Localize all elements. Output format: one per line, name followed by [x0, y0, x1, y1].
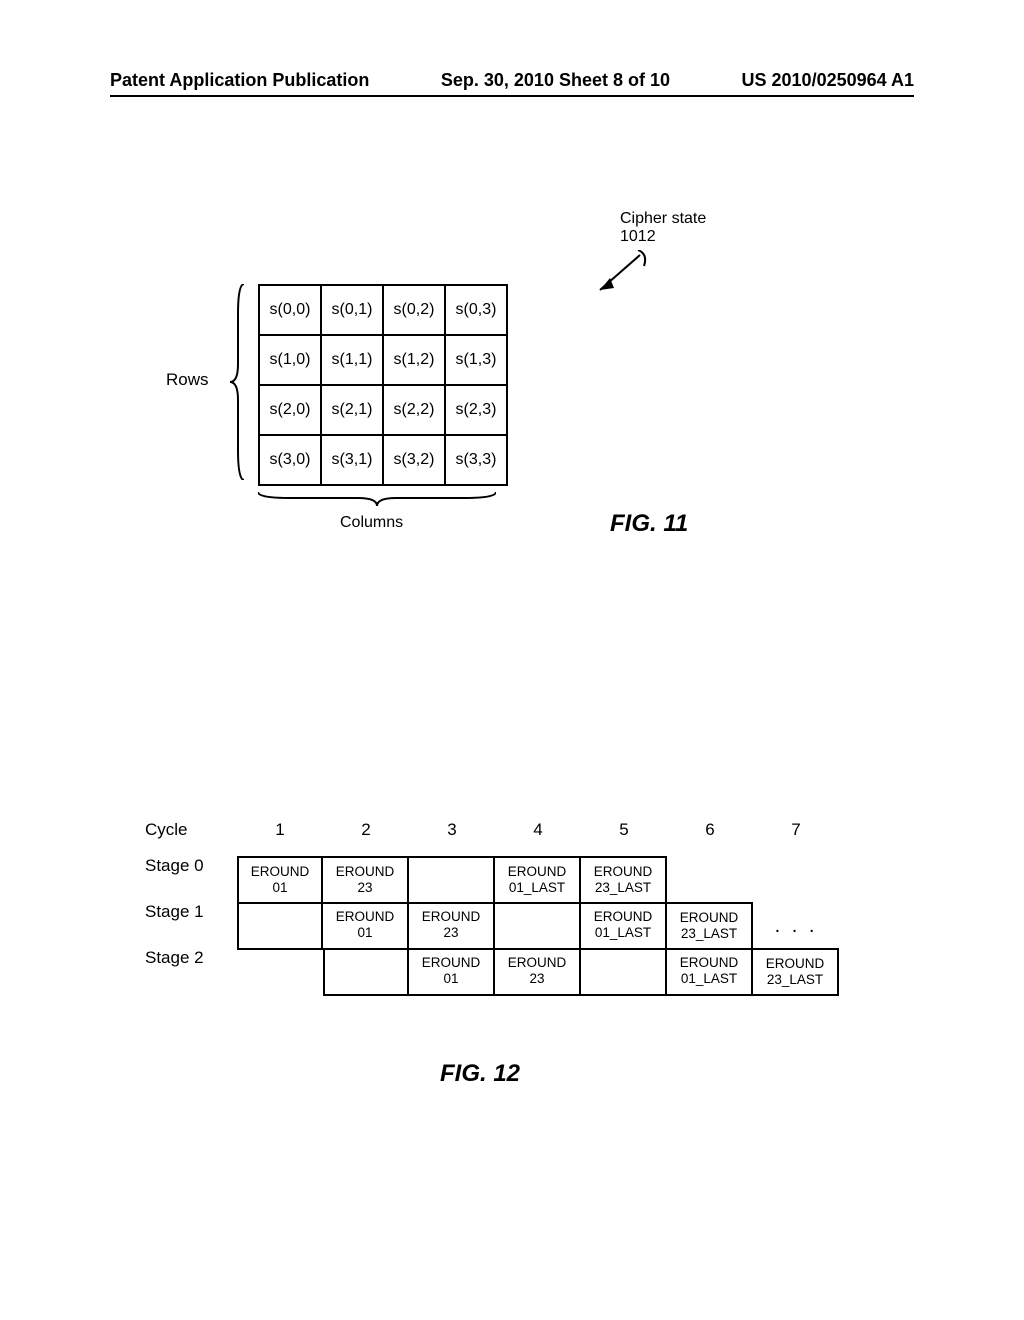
figure-11: Cipher state 1012 Rows s(0,0) s(0,1) s(0… — [170, 230, 870, 600]
stage-row-1: Stage 1 EROUND01 EROUND23 EROUND01_LAST … — [145, 902, 895, 950]
cycle-num: 7 — [753, 820, 839, 840]
pipeline-cell: EROUND23 — [495, 948, 581, 996]
pipeline-cell-empty — [581, 948, 667, 996]
state-cell: s(0,0) — [259, 285, 321, 335]
pipeline-cell: EROUND23_LAST — [753, 948, 839, 996]
pipeline-cell: EROUND23_LAST — [581, 856, 667, 904]
pipeline-cell-empty — [237, 902, 323, 950]
pipeline-cell: EROUND01_LAST — [495, 856, 581, 904]
pipeline-cell-empty — [409, 856, 495, 904]
state-row-0: s(0,0) s(0,1) s(0,2) s(0,3) — [259, 285, 507, 335]
pipeline-cell-empty — [495, 902, 581, 950]
ellipsis-icon: . . . — [753, 902, 839, 950]
pipeline-cell: EROUND01 — [409, 948, 495, 996]
stage-row-0: Stage 0 EROUND01 EROUND23 EROUND01_LAST … — [145, 856, 895, 904]
arrow-icon — [590, 250, 650, 300]
state-cell: s(1,1) — [321, 335, 383, 385]
pipeline-cell-blank — [753, 856, 839, 904]
cycle-num: 1 — [237, 820, 323, 840]
stage-label: Stage 2 — [145, 948, 237, 996]
state-cell: s(1,2) — [383, 335, 445, 385]
rows-label: Rows — [166, 370, 209, 390]
page-header: Patent Application Publication Sep. 30, … — [110, 70, 914, 97]
header-center: Sep. 30, 2010 Sheet 8 of 10 — [441, 70, 670, 91]
state-cell: s(0,2) — [383, 285, 445, 335]
cycle-num: 2 — [323, 820, 409, 840]
pipeline-cell: EROUND01 — [237, 856, 323, 904]
figure-12-caption: FIG. 12 — [440, 1060, 520, 1088]
figure-11-caption: FIG. 11 — [610, 510, 688, 538]
pipeline-cell: EROUND01_LAST — [667, 948, 753, 996]
cycle-label: Cycle — [145, 820, 237, 840]
state-cell: s(3,1) — [321, 435, 383, 485]
cipher-state-label-line2: 1012 — [620, 228, 656, 245]
cycle-num: 3 — [409, 820, 495, 840]
cycle-header-row: Cycle 1 2 3 4 5 6 7 — [145, 820, 895, 840]
cycle-num: 6 — [667, 820, 753, 840]
pipeline-cell: EROUND23_LAST — [667, 902, 753, 950]
state-cell: s(1,3) — [445, 335, 507, 385]
cycle-num: 4 — [495, 820, 581, 840]
stage-row-2: Stage 2 EROUND01 EROUND23 EROUND01_LAST … — [145, 948, 895, 996]
figure-12: Cycle 1 2 3 4 5 6 7 Stage 0 EROUND01 ERO… — [145, 820, 895, 996]
cipher-state-table: s(0,0) s(0,1) s(0,2) s(0,3) s(1,0) s(1,1… — [258, 284, 508, 486]
state-cell: s(2,1) — [321, 385, 383, 435]
pipeline-cell-blank — [237, 948, 323, 996]
pipeline-cell: EROUND23 — [409, 902, 495, 950]
pipeline-cell: EROUND01 — [323, 902, 409, 950]
columns-brace-icon — [258, 488, 496, 506]
rows-brace-icon — [230, 284, 248, 480]
columns-label: Columns — [340, 514, 403, 532]
pipeline-cell-blank — [667, 856, 753, 904]
pipeline-cell-empty — [323, 948, 409, 996]
state-row-1: s(1,0) s(1,1) s(1,2) s(1,3) — [259, 335, 507, 385]
state-cell: s(0,3) — [445, 285, 507, 335]
state-cell: s(2,3) — [445, 385, 507, 435]
state-cell: s(3,2) — [383, 435, 445, 485]
cipher-state-annotation: Cipher state 1012 — [620, 210, 706, 246]
pipeline-cell: EROUND23 — [323, 856, 409, 904]
header-right: US 2010/0250964 A1 — [742, 70, 914, 91]
state-cell: s(1,0) — [259, 335, 321, 385]
state-row-3: s(3,0) s(3,1) s(3,2) s(3,3) — [259, 435, 507, 485]
pipeline-cell: EROUND01_LAST — [581, 902, 667, 950]
state-row-2: s(2,0) s(2,1) s(2,2) s(2,3) — [259, 385, 507, 435]
state-cell: s(3,0) — [259, 435, 321, 485]
stage-label: Stage 0 — [145, 856, 237, 904]
cycle-num: 5 — [581, 820, 667, 840]
state-cell: s(3,3) — [445, 435, 507, 485]
state-cell: s(2,2) — [383, 385, 445, 435]
header-left: Patent Application Publication — [110, 70, 369, 91]
stage-label: Stage 1 — [145, 902, 237, 950]
state-cell: s(2,0) — [259, 385, 321, 435]
state-cell: s(0,1) — [321, 285, 383, 335]
cipher-state-label-line1: Cipher state — [620, 210, 706, 227]
